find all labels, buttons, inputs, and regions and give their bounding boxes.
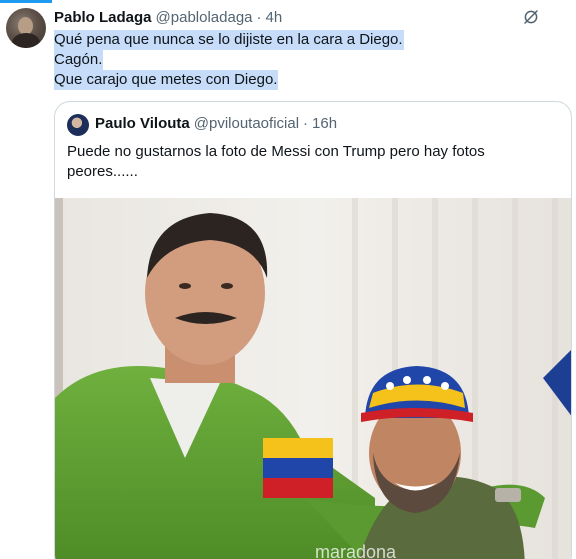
quoted-tweet-header: Paulo Vilouta @pviloutaoficial · 16h xyxy=(95,115,337,132)
quoted-author-handle[interactable]: @pviloutaoficial xyxy=(194,115,299,132)
separator: · xyxy=(303,115,309,132)
tweet-text: Qué pena que nunca se lo dijiste en la c… xyxy=(54,30,404,90)
separator: · xyxy=(256,8,262,26)
quoted-photo[interactable]: maradona xyxy=(55,198,571,559)
watermark-text: maradona xyxy=(315,542,397,559)
tweet-text-line: Cagón. xyxy=(54,50,104,70)
timestamp[interactable]: 4h xyxy=(266,9,283,26)
tweet-text-line: Que carajo que metes con Diego. xyxy=(54,70,279,90)
tweet-header: Pablo Ladaga @pabloladaga · 4h xyxy=(54,7,282,27)
quoted-avatar[interactable] xyxy=(67,114,89,136)
author-name[interactable]: Pablo Ladaga xyxy=(54,9,152,26)
selection-accent-bar xyxy=(0,0,52,3)
author-handle[interactable]: @pabloladaga xyxy=(156,9,253,26)
avatar[interactable] xyxy=(6,8,46,48)
tweet-text-line: Qué pena que nunca se lo dijiste en la c… xyxy=(54,30,404,50)
quoted-tweet-card[interactable]: Paulo Vilouta @pviloutaoficial · 16h Pue… xyxy=(54,101,572,559)
quoted-tweet-text: Puede no gustarnos la foto de Messi con … xyxy=(67,143,485,180)
quoted-timestamp[interactable]: 16h xyxy=(312,115,337,132)
grok-slash-icon[interactable] xyxy=(522,8,540,26)
photo-watermark: maradona xyxy=(315,542,396,559)
quoted-author-name[interactable]: Paulo Vilouta xyxy=(95,115,190,132)
reply-tweet[interactable]: Pablo Ladaga @pabloladaga · 4h Qué pena … xyxy=(0,0,576,559)
